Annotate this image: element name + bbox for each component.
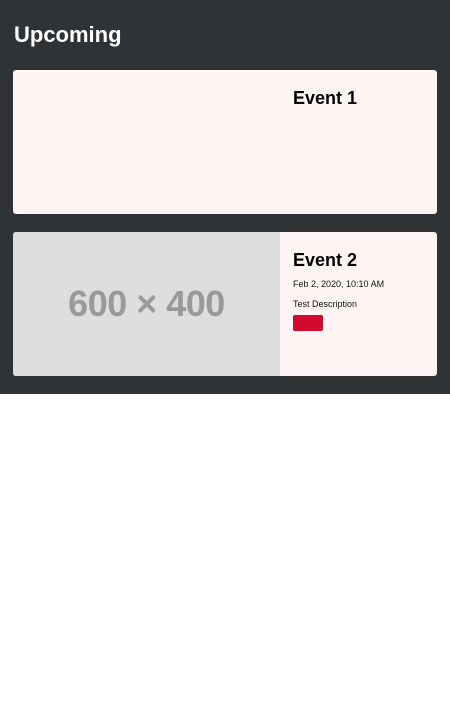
upcoming-section: Upcoming Event 1 600 × 400 Event 2 Feb 2… (0, 0, 450, 394)
event-card-2[interactable]: 600 × 400 Event 2 Feb 2, 2020, 10:10 AM … (13, 232, 437, 376)
event-image-placeholder: 600 × 400 (13, 232, 280, 376)
event-action-button[interactable] (293, 315, 323, 331)
event-description: Test Description (293, 299, 358, 309)
event-image (13, 70, 280, 214)
event-body: Event 2 Feb 2, 2020, 10:10 AM Test Descr… (280, 232, 437, 376)
event-body: Event 1 (280, 70, 437, 214)
event-title: Event 2 (293, 250, 358, 270)
placeholder-text: 600 × 400 (68, 283, 225, 324)
event-date: Feb 2, 2020, 10:10 AM (293, 279, 385, 289)
event-title: Event 1 (293, 88, 358, 108)
section-title: Upcoming (14, 22, 122, 47)
event-card-1[interactable]: Event 1 (13, 70, 437, 214)
